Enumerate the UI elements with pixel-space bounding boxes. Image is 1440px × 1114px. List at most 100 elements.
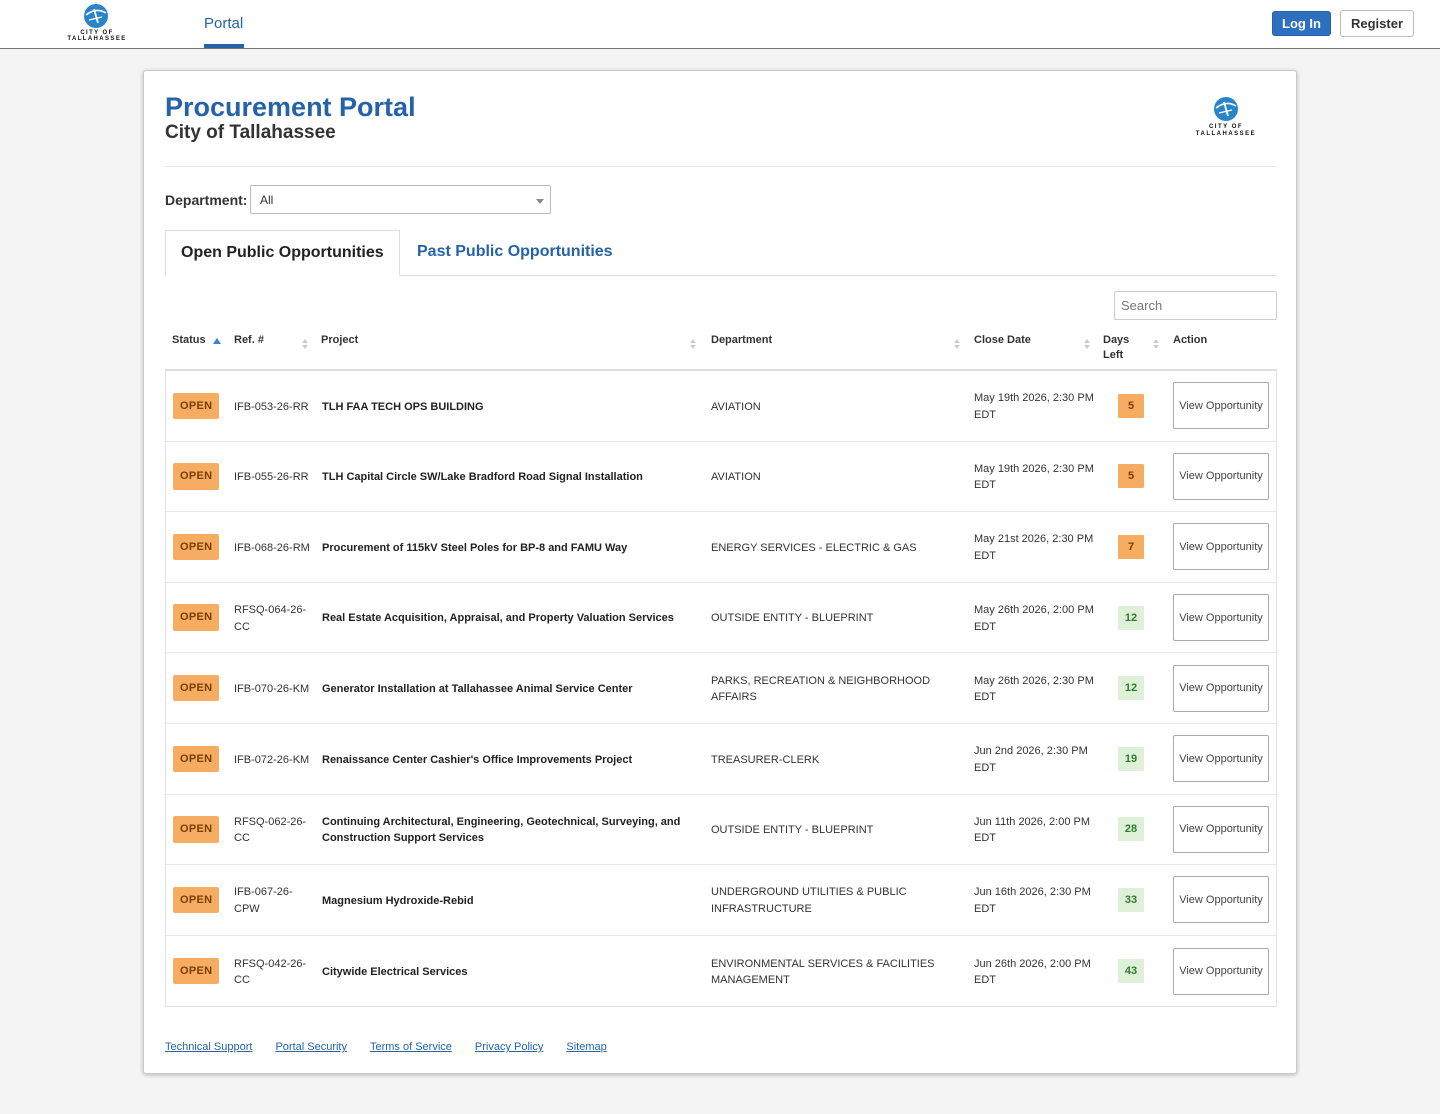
sort-icon[interactable] bbox=[1084, 339, 1091, 353]
days-left-badge: 19 bbox=[1118, 746, 1144, 771]
page-subtitle: City of Tallahassee bbox=[165, 122, 336, 143]
status-cell: OPEN bbox=[173, 865, 220, 935]
status-cell: OPEN bbox=[173, 653, 220, 723]
project-name: TLH FAA TECH OPS BUILDING bbox=[322, 400, 484, 413]
column-header-status[interactable]: Status bbox=[172, 333, 206, 348]
department-name: ENVIRONMENTAL SERVICES & FACILITIES MANA… bbox=[711, 957, 935, 987]
days-left-badge: 12 bbox=[1118, 605, 1144, 630]
register-button[interactable]: Register bbox=[1340, 10, 1414, 37]
project-name: Real Estate Acquisition, Appraisal, and … bbox=[322, 612, 674, 625]
main-card: Procurement Portal City of Tallahassee C… bbox=[143, 70, 1297, 1074]
department-label: Department: bbox=[165, 192, 248, 208]
tab-portal[interactable]: Portal bbox=[204, 0, 243, 48]
status-badge: OPEN bbox=[173, 674, 220, 702]
project-name: Renaissance Center Cashier's Office Impr… bbox=[322, 753, 633, 766]
footer-link-portal-security[interactable]: Portal Security bbox=[275, 1041, 347, 1053]
view-opportunity-button[interactable]: View Opportunity bbox=[1173, 876, 1269, 924]
page-title: Procurement Portal bbox=[165, 92, 416, 122]
days-left-badge: 7 bbox=[1118, 534, 1144, 559]
sort-icon[interactable] bbox=[954, 339, 961, 353]
table-row: OPEN IFB-068-26-RM Procurement of 115kV … bbox=[166, 512, 1276, 583]
status-badge: OPEN bbox=[173, 533, 220, 561]
department-name: OUTSIDE ENTITY - BLUEPRINT bbox=[711, 612, 874, 625]
column-header-days-left[interactable]: Days Left bbox=[1103, 333, 1137, 363]
action-cell: View Opportunity bbox=[1173, 795, 1269, 865]
table-row: OPEN RFSQ-064-26-CC Real Estate Acquisit… bbox=[166, 583, 1276, 654]
footer-link-terms-of-service[interactable]: Terms of Service bbox=[370, 1041, 452, 1053]
tab-open-opportunities[interactable]: Open Public Opportunities bbox=[165, 230, 400, 276]
close-date: May 19th 2026, 2:30 PM EDT bbox=[974, 462, 1094, 492]
project-name: TLH Capital Circle SW/Lake Bradford Road… bbox=[322, 471, 643, 484]
footer-link-sitemap[interactable]: Sitemap bbox=[566, 1041, 606, 1053]
days-left-badge: 5 bbox=[1118, 393, 1144, 418]
action-cell: View Opportunity bbox=[1173, 865, 1269, 935]
department-name: AVIATION bbox=[711, 471, 761, 484]
tab-portal-active-indicator bbox=[204, 44, 244, 48]
status-badge: OPEN bbox=[173, 392, 220, 420]
table-row: OPEN RFSQ-062-26-CC Continuing Architect… bbox=[166, 795, 1276, 866]
sort-icon[interactable] bbox=[302, 339, 309, 353]
days-left-badge: 28 bbox=[1118, 817, 1144, 842]
days-left-badge: 43 bbox=[1118, 959, 1144, 984]
sort-ascending-icon[interactable] bbox=[213, 338, 221, 344]
project-name: Magnesium Hydroxide-Rebid bbox=[322, 894, 474, 907]
status-cell: OPEN bbox=[173, 936, 220, 1007]
close-date: May 26th 2026, 2:00 PM EDT bbox=[974, 604, 1094, 633]
department-select[interactable]: All bbox=[250, 185, 551, 214]
department-name: ENERGY SERVICES - ELECTRIC & GAS bbox=[711, 541, 917, 554]
days-left-badge: 5 bbox=[1118, 464, 1144, 489]
status-cell: OPEN bbox=[173, 512, 220, 582]
status-badge: OPEN bbox=[173, 463, 220, 490]
view-opportunity-button[interactable]: View Opportunity bbox=[1173, 664, 1269, 712]
days-left-cell: 5 bbox=[1118, 371, 1144, 441]
column-header-department[interactable]: Department bbox=[711, 333, 772, 348]
view-opportunity-button[interactable]: View Opportunity bbox=[1173, 523, 1269, 571]
ref-number: IFB-067-26-CPW bbox=[234, 886, 293, 915]
department-name: TREASURER-CLERK bbox=[711, 753, 820, 766]
top-nav: CITY OF TALLAHASSEE Portal Log In Regist… bbox=[0, 0, 1440, 49]
status-badge: OPEN bbox=[173, 957, 220, 985]
column-header-close-date[interactable]: Close Date bbox=[974, 333, 1031, 348]
status-cell: OPEN bbox=[173, 795, 220, 865]
close-date: Jun 11th 2026, 2:00 PM EDT bbox=[974, 815, 1090, 845]
days-left-cell: 19 bbox=[1118, 724, 1144, 794]
days-left-badge: 33 bbox=[1118, 887, 1144, 912]
tab-past-opportunities[interactable]: Past Public Opportunities bbox=[417, 243, 613, 261]
days-left-cell: 33 bbox=[1118, 865, 1144, 935]
department-name: PARKS, RECREATION & NEIGHBORHOOD AFFAIRS bbox=[711, 674, 931, 704]
view-opportunity-button[interactable]: View Opportunity bbox=[1173, 594, 1269, 642]
close-date: Jun 2nd 2026, 2:30 PM EDT bbox=[974, 745, 1088, 774]
view-opportunity-button[interactable]: View Opportunity bbox=[1173, 735, 1269, 783]
sort-icon[interactable] bbox=[1153, 339, 1160, 353]
footer-link-technical-support[interactable]: Technical Support bbox=[165, 1041, 252, 1053]
ref-number: IFB-055-26-RR bbox=[234, 471, 309, 484]
view-opportunity-button[interactable]: View Opportunity bbox=[1173, 947, 1269, 995]
status-cell: OPEN bbox=[173, 442, 220, 512]
search-input[interactable] bbox=[1114, 291, 1277, 320]
action-cell: View Opportunity bbox=[1173, 371, 1269, 441]
nav-logo-text: CITY OF TALLAHASSEE bbox=[67, 30, 127, 42]
table-row: OPEN IFB-070-26-KM Generator Installatio… bbox=[166, 653, 1276, 724]
table-row: OPEN RFSQ-042-26-CC Citywide Electrical … bbox=[166, 936, 1276, 1007]
footer-link-privacy-policy[interactable]: Privacy Policy bbox=[475, 1041, 543, 1053]
view-opportunity-button[interactable]: View Opportunity bbox=[1173, 805, 1269, 853]
table-row: OPEN IFB-053-26-RR TLH FAA TECH OPS BUIL… bbox=[166, 371, 1276, 442]
action-cell: View Opportunity bbox=[1173, 583, 1269, 653]
footer-links: Technical Support Portal Security Terms of… bbox=[165, 1041, 607, 1053]
login-button[interactable]: Log In bbox=[1272, 11, 1331, 36]
project-name: Generator Installation at Tallahassee An… bbox=[322, 682, 633, 695]
department-name: OUTSIDE ENTITY - BLUEPRINT bbox=[711, 824, 874, 837]
project-name: Citywide Electrical Services bbox=[322, 965, 468, 978]
column-header-ref[interactable]: Ref. # bbox=[234, 333, 264, 348]
ref-number: RFSQ-062-26-CC bbox=[234, 815, 307, 845]
column-header-project[interactable]: Project bbox=[321, 333, 358, 348]
view-opportunity-button[interactable]: View Opportunity bbox=[1173, 382, 1269, 430]
close-date: Jun 26th 2026, 2:00 PM EDT bbox=[974, 957, 1091, 987]
column-header-action: Action bbox=[1173, 334, 1208, 346]
status-cell: OPEN bbox=[173, 583, 220, 653]
days-left-cell: 12 bbox=[1118, 583, 1144, 653]
close-date: May 26th 2026, 2:30 PM EDT bbox=[974, 674, 1094, 704]
action-cell: View Opportunity bbox=[1173, 442, 1269, 512]
view-opportunity-button[interactable]: View Opportunity bbox=[1173, 452, 1269, 500]
sort-icon[interactable] bbox=[690, 339, 697, 353]
